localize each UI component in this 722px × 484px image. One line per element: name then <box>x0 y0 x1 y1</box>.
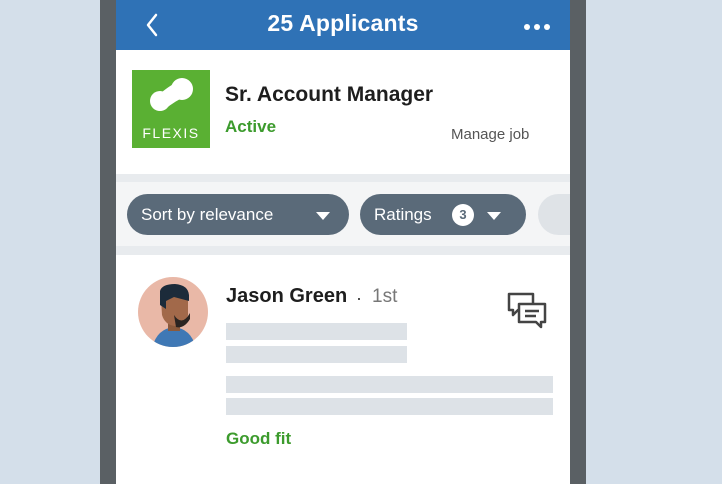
ratings-label: Ratings <box>374 205 432 224</box>
person-avatar-icon <box>152 284 196 347</box>
more-filters-pill[interactable] <box>538 194 570 235</box>
applicant-name[interactable]: Jason Green <box>226 285 347 308</box>
message-bubbles-icon[interactable] <box>506 291 548 329</box>
filter-bar: Sort by relevance Ratings 3 <box>116 182 570 246</box>
sort-dropdown[interactable]: Sort by relevance <box>127 194 349 235</box>
logo-text: FLEXIS <box>142 125 200 141</box>
app-screen: 25 Applicants FLEXIS Sr. Account Manager… <box>116 0 570 484</box>
app-header: 25 Applicants <box>116 0 570 50</box>
separator-dot: · <box>356 288 362 308</box>
avatar[interactable] <box>138 277 208 347</box>
divider <box>116 246 570 255</box>
page-title: 25 Applicants <box>267 10 419 36</box>
job-status: Active <box>225 117 277 136</box>
placeholder-line <box>226 323 407 340</box>
placeholder-line <box>226 398 553 415</box>
phone-frame: 25 Applicants FLEXIS Sr. Account Manager… <box>100 0 586 484</box>
divider <box>116 174 570 182</box>
flexis-logo-icon <box>150 78 193 111</box>
applicant-card[interactable]: Jason Green · 1st Good fit <box>116 255 570 484</box>
job-title: Sr. Account Manager <box>225 83 434 106</box>
ratings-count-badge: 3 <box>452 204 474 226</box>
ratings-dropdown[interactable]: Ratings 3 <box>360 194 526 235</box>
caret-down-icon <box>487 212 501 220</box>
caret-down-icon <box>316 212 330 220</box>
manage-job-link[interactable]: Manage job <box>451 126 529 143</box>
fit-rating: Good fit <box>226 429 292 448</box>
sort-label: Sort by relevance <box>141 205 274 224</box>
placeholder-line <box>226 376 553 393</box>
placeholder-line <box>226 346 407 363</box>
more-horizontal-icon[interactable] <box>524 24 552 32</box>
company-logo: FLEXIS <box>132 70 210 148</box>
connection-degree: 1st <box>372 286 398 307</box>
job-card: FLEXIS Sr. Account Manager Active Manage… <box>116 50 570 174</box>
